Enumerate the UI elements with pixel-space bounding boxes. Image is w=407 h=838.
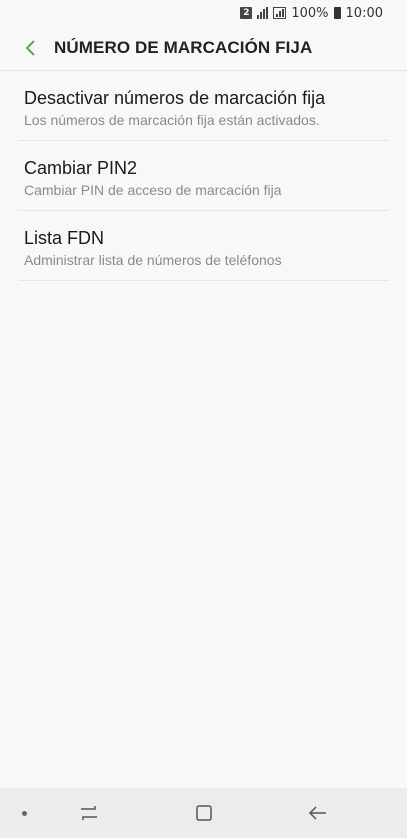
battery-icon (333, 7, 341, 19)
item-subtitle: Los números de marcación fija están acti… (24, 112, 320, 128)
recent-apps-icon (81, 806, 97, 820)
home-icon (196, 805, 212, 821)
list-item-disable-fdn[interactable]: Desactivar números de marcación fija Los… (18, 71, 389, 141)
signal-icon (257, 7, 269, 19)
signal-strength-icon (273, 7, 287, 19)
item-title: Cambiar PIN2 (24, 158, 138, 178)
item-title: Lista FDN (24, 228, 105, 248)
back-arrow-icon (308, 806, 326, 820)
back-nav-button[interactable] (303, 798, 333, 828)
home-button[interactable] (189, 798, 219, 828)
dot-icon (22, 811, 27, 816)
item-title: Desactivar números de marcación fija (24, 88, 326, 108)
page-title: NÚMERO DE MARCACIÓN FIJA (54, 38, 313, 57)
item-subtitle: Cambiar PIN de acceso de marcación fija (24, 182, 282, 198)
app-header: NÚMERO DE MARCACIÓN FIJA (0, 26, 407, 71)
list-item-fdn-list[interactable]: Lista FDN Administrar lista de números d… (18, 211, 389, 281)
item-subtitle: Administrar lista de números de teléfono… (24, 252, 282, 268)
sim-badge: 2 (240, 7, 253, 19)
settings-list: Desactivar números de marcación fija Los… (18, 71, 389, 281)
battery-percentage: 100% (291, 5, 329, 21)
navigation-bar (0, 788, 407, 838)
recent-apps-button[interactable] (74, 798, 104, 828)
list-item-change-pin2[interactable]: Cambiar PIN2 Cambiar PIN de acceso de ma… (18, 141, 389, 211)
status-bar: 2 100% 10:00 (0, 0, 407, 26)
clock: 10:00 (345, 5, 383, 21)
chevron-left-icon (25, 40, 35, 56)
back-button[interactable] (10, 26, 50, 70)
